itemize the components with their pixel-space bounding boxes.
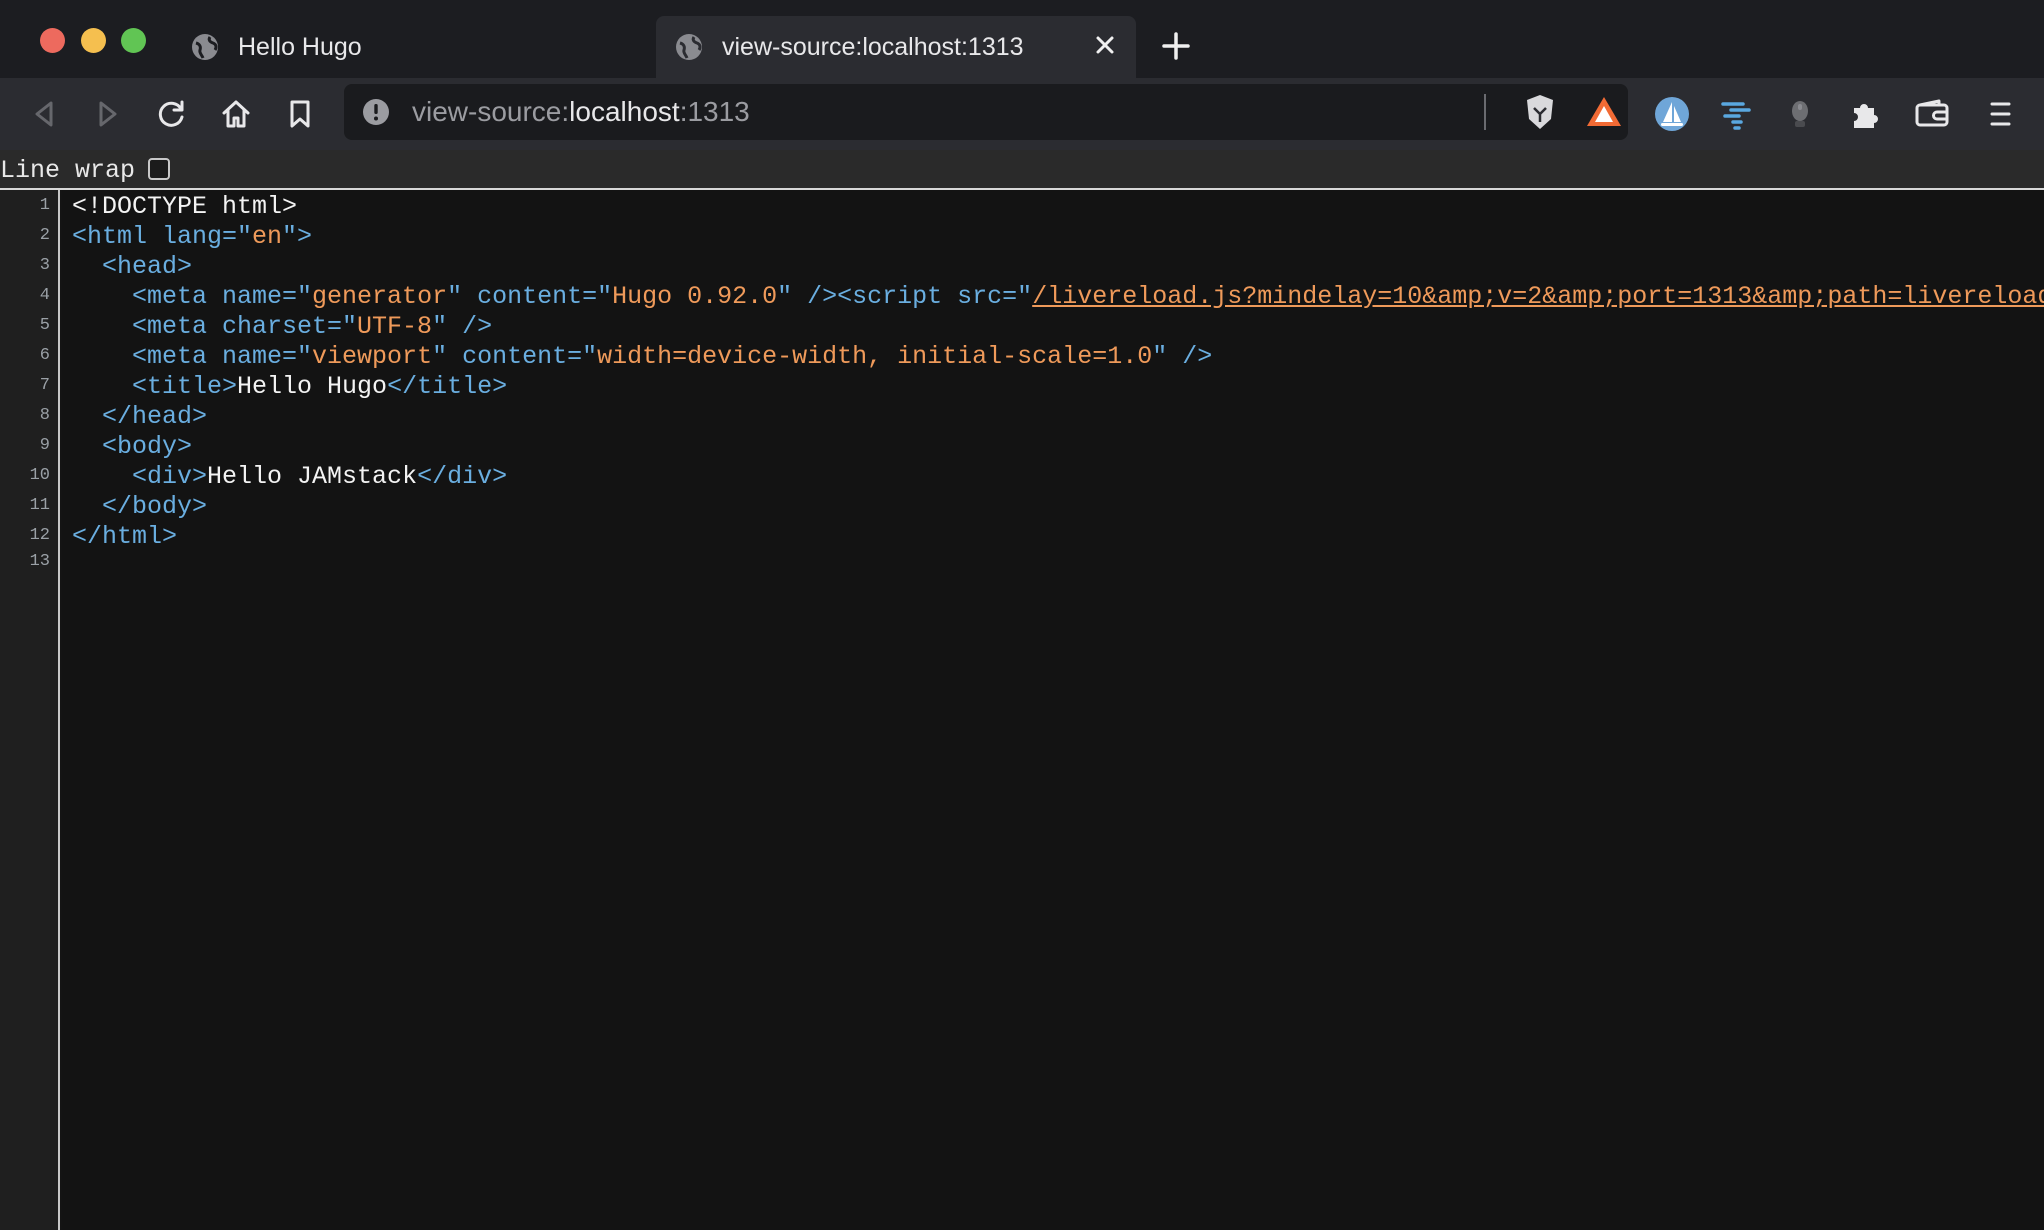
globe-icon xyxy=(674,32,704,62)
close-window-button[interactable] xyxy=(40,28,65,53)
tab-view-source[interactable]: view-source:localhost:1313 xyxy=(656,16,1136,78)
line-number: 8 xyxy=(39,406,50,425)
code-line: <html lang="en"> xyxy=(72,222,313,251)
livereload-link[interactable]: /livereload.js?mindelay=10&amp;v=2&amp;p… xyxy=(1032,282,2044,311)
line-number: 9 xyxy=(39,436,50,455)
line-number: 11 xyxy=(29,496,50,515)
new-tab-button[interactable] xyxy=(1156,26,1196,66)
info-icon[interactable] xyxy=(362,98,390,126)
brave-shields-icon[interactable] xyxy=(1520,92,1560,132)
line-number: 6 xyxy=(39,346,50,365)
code-line: </body> xyxy=(72,492,208,521)
bulb-extension-icon[interactable] xyxy=(1778,92,1822,136)
wallet-icon[interactable] xyxy=(1910,92,1954,136)
address-bar[interactable]: view-source:localhost:1313 xyxy=(344,84,1628,140)
tab-title: view-source:localhost:1313 xyxy=(722,32,1024,61)
tab-title: Hello Hugo xyxy=(238,32,362,61)
line-number: 13 xyxy=(29,552,50,571)
close-tab-icon[interactable] xyxy=(1088,28,1122,62)
browser-window: Hello Hugo view-source:localhost:1313 vi… xyxy=(0,0,2044,1230)
address-bar-divider xyxy=(1484,94,1486,130)
url-scheme: view-source: xyxy=(412,96,570,127)
menu-icon[interactable] xyxy=(1978,92,2022,136)
reload-button[interactable] xyxy=(150,92,194,136)
line-wrap-checkbox[interactable] xyxy=(148,158,170,180)
code-line: <div>Hello JAMstack</div> xyxy=(72,462,508,491)
puzzle-extensions-icon[interactable] xyxy=(1842,92,1886,136)
code-line: <title>Hello Hugo</title> xyxy=(72,372,508,401)
code-line: <meta charset="UTF-8" /> xyxy=(72,312,493,341)
line-number: 1 xyxy=(39,196,50,215)
filter-extension-icon[interactable] xyxy=(1714,92,1758,136)
line-wrap-label: Line wrap xyxy=(0,156,136,185)
globe-icon xyxy=(190,32,220,62)
url-port: :1313 xyxy=(679,96,750,127)
tab-hello-hugo[interactable]: Hello Hugo xyxy=(190,16,650,78)
line-number: 10 xyxy=(29,466,50,485)
code-line: <meta name="viewport" content="width=dev… xyxy=(72,342,1213,371)
line-number-gutter: 1 2 3 4 5 6 7 8 9 10 11 12 13 xyxy=(0,190,60,1230)
line-number: 12 xyxy=(29,526,50,545)
source-code: <!DOCTYPE html> <html lang="en"> <head> … xyxy=(62,190,2044,1230)
url-text[interactable]: view-source:localhost:1313 xyxy=(412,96,750,128)
line-number: 4 xyxy=(39,286,50,305)
url-host: localhost xyxy=(569,96,680,127)
view-source-header: Line wrap xyxy=(0,150,2044,190)
code-line: <meta name="generator" content="Hugo 0.9… xyxy=(72,282,2044,311)
code-line: <!DOCTYPE html> xyxy=(72,192,298,221)
line-number: 5 xyxy=(39,316,50,335)
zoom-window-button[interactable] xyxy=(121,28,146,53)
sail-extension-icon[interactable] xyxy=(1650,92,1694,136)
home-button[interactable] xyxy=(214,92,258,136)
line-number: 7 xyxy=(39,376,50,395)
line-number: 2 xyxy=(39,226,50,245)
line-number: 3 xyxy=(39,256,50,275)
brave-rewards-icon[interactable] xyxy=(1584,92,1624,132)
code-line: </head> xyxy=(72,402,208,431)
code-line: <body> xyxy=(72,432,193,461)
bookmark-button[interactable] xyxy=(278,92,322,136)
minimize-window-button[interactable] xyxy=(81,28,106,53)
forward-button[interactable] xyxy=(86,92,130,136)
tab-strip: Hello Hugo view-source:localhost:1313 xyxy=(0,0,2044,78)
toolbar: view-source:localhost:1313 xyxy=(0,78,2044,150)
code-line: </html> xyxy=(72,522,178,551)
back-button[interactable] xyxy=(22,92,66,136)
code-line: <head> xyxy=(72,252,193,281)
